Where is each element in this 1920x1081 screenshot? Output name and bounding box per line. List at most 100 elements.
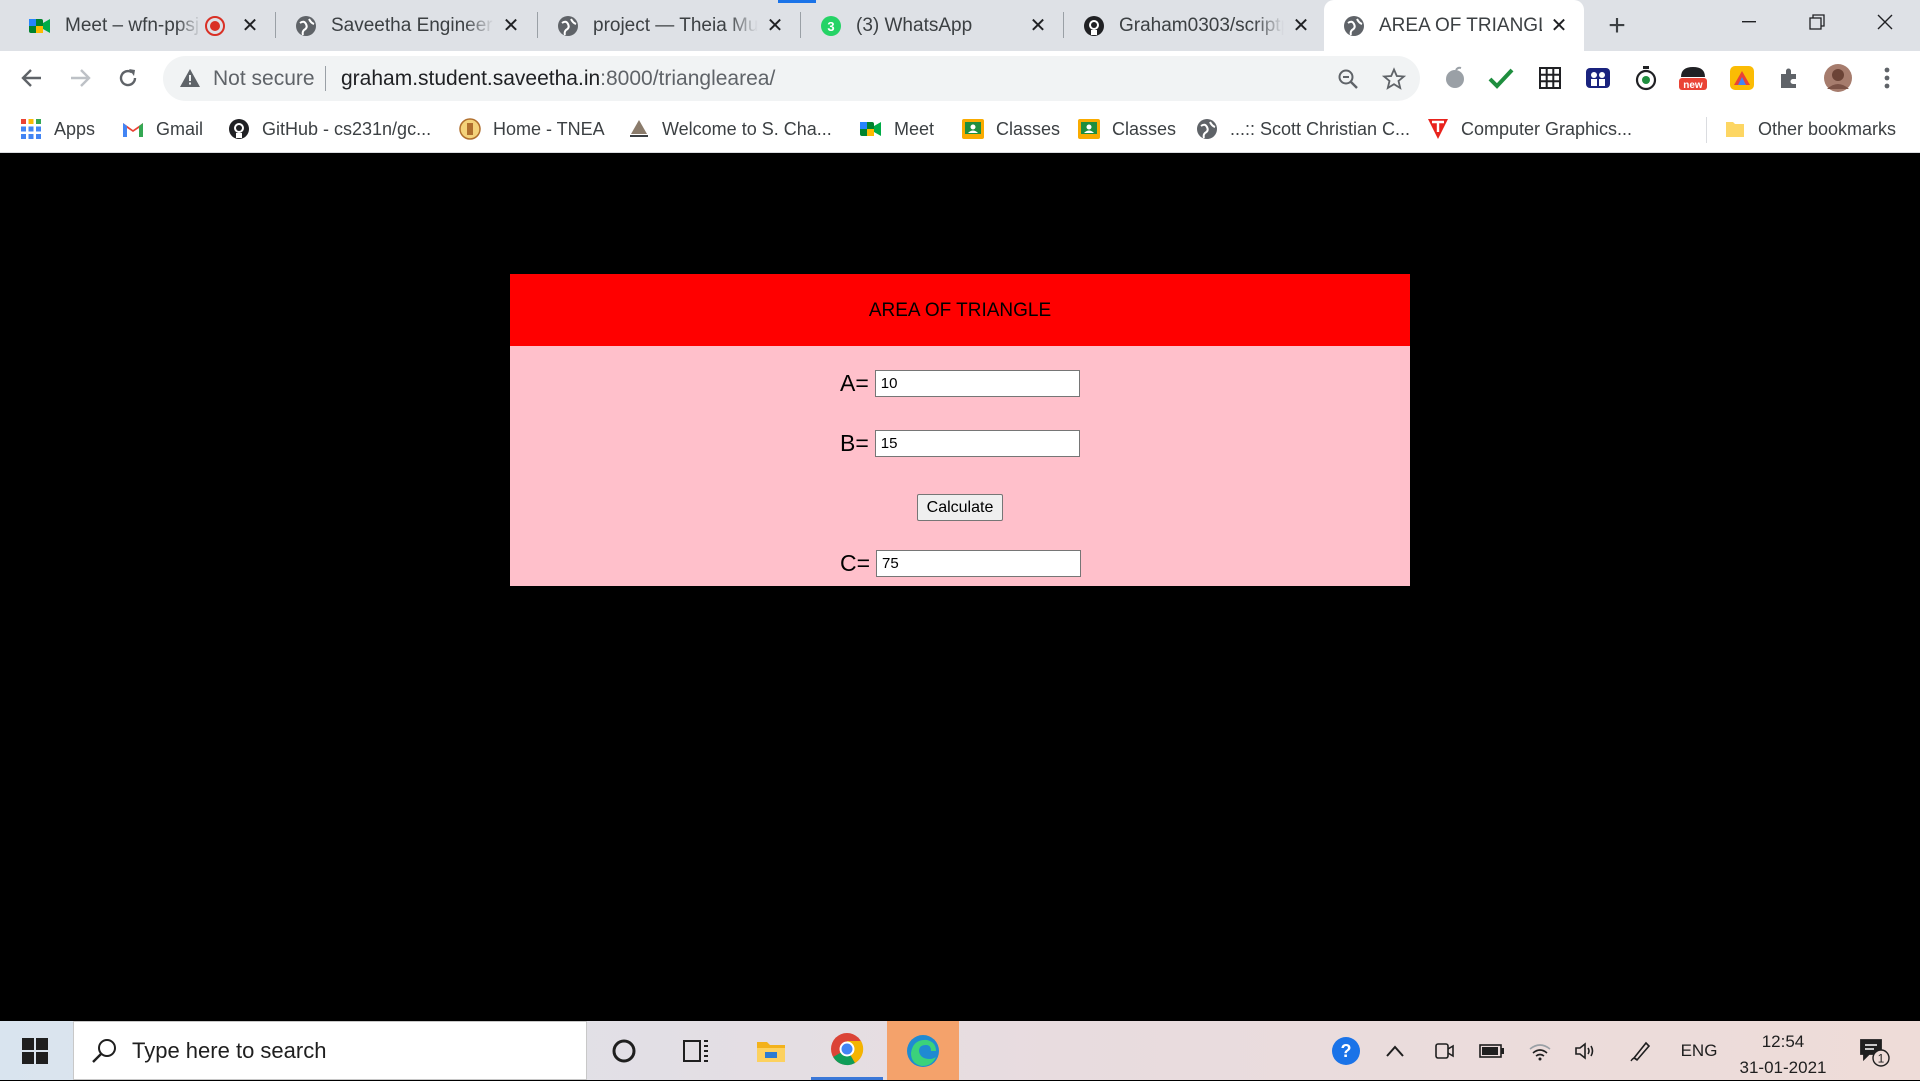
volume-icon[interactable] bbox=[1570, 1021, 1602, 1080]
action-center-button[interactable]: 1 bbox=[1852, 1021, 1896, 1080]
taskbar-chrome[interactable] bbox=[811, 1021, 883, 1080]
profile-avatar[interactable] bbox=[1823, 63, 1853, 93]
tab-title: Graham0303/scriptp bbox=[1119, 14, 1284, 36]
t-logo-icon bbox=[1427, 118, 1449, 140]
bookmark-star-icon[interactable] bbox=[1380, 65, 1408, 93]
whatsapp-badge: 3 bbox=[827, 19, 834, 34]
bookmark-classes-2[interactable]: Classes bbox=[1078, 115, 1176, 143]
taskbar-search-box[interactable]: Type here to search bbox=[73, 1021, 587, 1080]
restore-icon bbox=[1809, 14, 1825, 30]
minimize-button[interactable] bbox=[1718, 0, 1780, 44]
bookmark-scott-christian[interactable]: ...:: Scott Christian C... bbox=[1196, 115, 1410, 143]
system-clock[interactable]: 12:54 31-01-2021 bbox=[1727, 1029, 1839, 1081]
tab-github[interactable]: Graham0303/scriptp ✕ bbox=[1064, 0, 1326, 51]
tab-whatsapp[interactable]: 3 (3) WhatsApp ✕ bbox=[801, 0, 1063, 51]
field-b-label: B= bbox=[840, 430, 869, 456]
reload-button[interactable] bbox=[110, 60, 146, 96]
input-language[interactable]: ENG bbox=[1674, 1021, 1724, 1080]
extension-badge-label: new bbox=[1683, 80, 1703, 91]
other-bookmarks[interactable]: Other bookmarks bbox=[1724, 115, 1896, 143]
bookmark-github[interactable]: GitHub - cs231n/gc... bbox=[228, 115, 431, 143]
close-tab-icon[interactable]: ✕ bbox=[1027, 15, 1049, 37]
classroom-icon bbox=[1078, 118, 1100, 140]
tab-area-of-triangle[interactable]: AREA OF TRIANGLE ✕ bbox=[1324, 0, 1584, 51]
close-tab-icon[interactable]: ✕ bbox=[1290, 15, 1312, 37]
apps-grid-icon bbox=[20, 118, 42, 140]
close-window-button[interactable] bbox=[1854, 0, 1916, 44]
field-row-a: A= 10 bbox=[840, 370, 1080, 397]
bookmarks-bar: Apps Gmail GitHub - cs231n/gc... Home - … bbox=[0, 106, 1920, 153]
taskbar-edge[interactable] bbox=[887, 1021, 959, 1080]
extension-timer-icon[interactable] bbox=[1631, 63, 1661, 93]
extension-people-icon[interactable] bbox=[1583, 63, 1613, 93]
close-tab-icon[interactable]: ✕ bbox=[500, 15, 522, 37]
bookmark-apps[interactable]: Apps bbox=[20, 115, 95, 143]
extension-color-icon[interactable] bbox=[1727, 63, 1757, 93]
browser-toolbar: Not secure graham.student.saveetha.in:80… bbox=[0, 51, 1920, 106]
extension-grid-icon[interactable] bbox=[1535, 63, 1565, 93]
meet-now-tray-icon[interactable] bbox=[1428, 1021, 1460, 1080]
other-bookmarks-label: Other bookmarks bbox=[1758, 118, 1897, 139]
new-tab-button[interactable]: + bbox=[1599, 8, 1635, 44]
field-a-input[interactable]: 10 bbox=[874, 370, 1080, 397]
bookmark-meet[interactable]: Meet bbox=[860, 115, 934, 143]
bookmark-computer-graphics[interactable]: Computer Graphics... bbox=[1427, 115, 1632, 143]
field-c-output[interactable]: 75 bbox=[876, 550, 1082, 577]
bookmark-gmail[interactable]: Gmail bbox=[122, 115, 203, 143]
cortana-circle-icon bbox=[612, 1039, 636, 1062]
file-explorer-icon bbox=[757, 1041, 785, 1062]
field-b-input[interactable]: 15 bbox=[874, 430, 1080, 457]
bookmark-label: Meet bbox=[894, 118, 935, 139]
triangle-area-form: AREA OF TRIANGLE A= 10 B= 15 Calculate C… bbox=[510, 274, 1410, 586]
form-header: AREA OF TRIANGLE bbox=[510, 274, 1410, 346]
menu-kebab-icon[interactable] bbox=[1872, 63, 1902, 93]
bookmark-label: Welcome to S. Cha... bbox=[662, 118, 832, 139]
url-text[interactable]: graham.student.saveetha.in:8000/triangle… bbox=[341, 67, 775, 91]
extension-new-badge-icon[interactable]: new bbox=[1678, 63, 1708, 93]
security-label[interactable]: Not secure bbox=[213, 67, 315, 91]
bookmark-tnea[interactable]: Home - TNEA bbox=[459, 115, 605, 143]
extensions-puzzle-icon[interactable] bbox=[1774, 63, 1804, 93]
field-row-c: C= 75 bbox=[840, 550, 1082, 577]
google-meet-icon bbox=[860, 118, 882, 140]
bookmark-label: Home - TNEA bbox=[493, 118, 605, 139]
github-icon bbox=[1082, 14, 1106, 38]
battery-icon[interactable] bbox=[1476, 1021, 1508, 1080]
arrow-left-icon bbox=[21, 69, 41, 87]
zoom-icon[interactable] bbox=[1334, 65, 1362, 93]
start-button[interactable] bbox=[0, 1021, 70, 1080]
bookmark-classes-1[interactable]: Classes bbox=[962, 115, 1060, 143]
pen-workspace-icon[interactable] bbox=[1624, 1021, 1658, 1080]
search-icon bbox=[92, 1039, 116, 1063]
globe-icon bbox=[294, 14, 318, 38]
windows-taskbar: Type here to search ? ENG 12:54 31-01-20… bbox=[0, 1021, 1920, 1080]
tab-meet[interactable]: Meet – wfn-ppsj ✕ bbox=[10, 0, 275, 51]
forward-button[interactable] bbox=[62, 60, 98, 96]
notification-count: 1 bbox=[1878, 1051, 1885, 1065]
recording-icon bbox=[205, 15, 225, 36]
close-tab-icon[interactable]: ✕ bbox=[239, 15, 261, 37]
task-view-button[interactable] bbox=[660, 1021, 732, 1080]
extension-checkmark-icon[interactable] bbox=[1486, 63, 1516, 93]
calculate-button[interactable]: Calculate bbox=[917, 494, 1003, 521]
cortana-button[interactable] bbox=[588, 1021, 660, 1080]
extension-apple-icon[interactable] bbox=[1440, 63, 1470, 93]
wifi-icon[interactable] bbox=[1524, 1021, 1556, 1080]
bookmark-welcome[interactable]: Welcome to S. Cha... bbox=[628, 115, 832, 143]
restore-button[interactable] bbox=[1786, 0, 1848, 44]
address-bar[interactable]: Not secure graham.student.saveetha.in:80… bbox=[163, 56, 1420, 101]
temple-icon bbox=[628, 118, 650, 140]
github-icon bbox=[228, 118, 250, 140]
bookmark-label: ...:: Scott Christian C... bbox=[1230, 118, 1411, 139]
close-tab-icon[interactable]: ✕ bbox=[1548, 15, 1570, 37]
show-hidden-icons-button[interactable] bbox=[1380, 1021, 1410, 1080]
page-viewport: AREA OF TRIANGLE A= 10 B= 15 Calculate C… bbox=[0, 154, 1920, 1021]
taskbar-file-explorer[interactable] bbox=[735, 1021, 807, 1080]
tab-saveetha[interactable]: Saveetha Engineering ✕ bbox=[276, 0, 536, 51]
help-tray-icon[interactable]: ? bbox=[1328, 1021, 1364, 1080]
chevron-up-icon bbox=[1386, 1044, 1404, 1057]
close-tab-icon[interactable]: ✕ bbox=[764, 15, 786, 37]
tab-theia[interactable]: project — Theia Multi ✕ bbox=[538, 0, 800, 51]
globe-icon bbox=[556, 14, 580, 38]
back-button[interactable] bbox=[14, 60, 50, 96]
